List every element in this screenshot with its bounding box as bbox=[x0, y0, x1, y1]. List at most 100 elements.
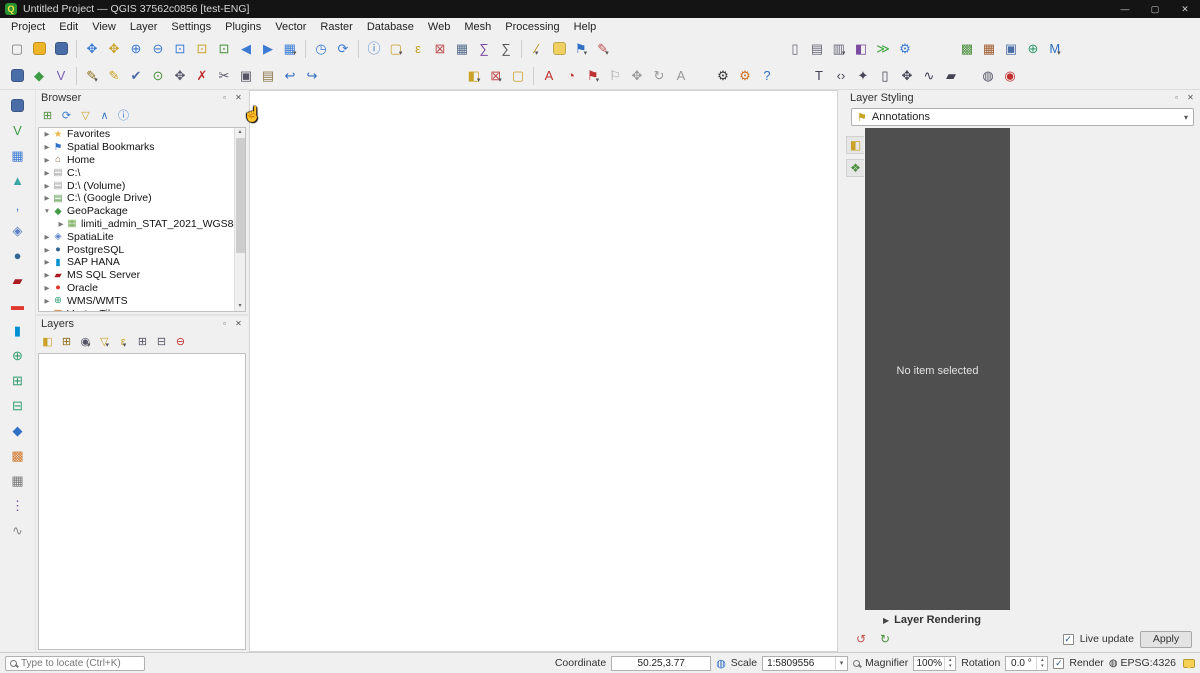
add-mesh-layer-button[interactable]: ▲ bbox=[6, 169, 30, 191]
add-oracle-layer-button[interactable]: ▬ bbox=[6, 294, 30, 316]
zoom-next-button[interactable]: ▶ bbox=[257, 38, 279, 60]
menu-plugins[interactable]: Plugins bbox=[218, 20, 268, 34]
browser-item-oracle[interactable]: ▶●Oracle bbox=[39, 282, 245, 295]
close-panel-icon[interactable]: ✕ bbox=[234, 93, 243, 102]
expand-arrow-icon[interactable]: ▶ bbox=[42, 130, 52, 138]
open-layer-styling-button[interactable]: ◧ bbox=[38, 333, 57, 352]
menu-vector[interactable]: Vector bbox=[268, 20, 313, 34]
collapse-all-button[interactable]: ∧ bbox=[95, 107, 114, 126]
deselect-features-button[interactable]: ⊠▾ bbox=[485, 65, 507, 87]
help-contents-button[interactable]: ? bbox=[756, 65, 778, 87]
expand-arrow-icon[interactable]: ▶ bbox=[42, 297, 52, 305]
polygon-annotation-tool-button[interactable]: ▰ bbox=[940, 65, 962, 87]
layer-diagram-options-button[interactable]: ◔ bbox=[560, 65, 582, 87]
layers-list[interactable] bbox=[38, 353, 246, 650]
add-postgis-layer-button[interactable]: ● bbox=[6, 244, 30, 266]
close-panel-icon[interactable]: ✕ bbox=[1186, 93, 1195, 102]
plugin-tool-button[interactable]: ◉ bbox=[999, 65, 1021, 87]
copy-features-button[interactable]: ▣ bbox=[235, 65, 257, 87]
live-update-checkbox[interactable]: ✓ bbox=[1063, 634, 1074, 645]
menu-help[interactable]: Help bbox=[567, 20, 604, 34]
new-virtual-layer-button[interactable]: ∿ bbox=[6, 519, 30, 541]
scrollbar-thumb[interactable] bbox=[236, 138, 245, 253]
add-wfs-layer-button[interactable]: ⊟ bbox=[6, 394, 30, 416]
add-spatialite-layer-button[interactable]: ◈ bbox=[6, 219, 30, 241]
data-source-manager-button[interactable] bbox=[6, 94, 30, 116]
crs-status[interactable]: ◍ EPSG:4326 bbox=[1109, 657, 1176, 669]
add-raster-layer-button[interactable]: ▦ bbox=[6, 144, 30, 166]
messages-icon[interactable] bbox=[1183, 659, 1195, 668]
show-layout-manager-button[interactable]: ▤ bbox=[806, 38, 828, 60]
expand-arrow-icon[interactable]: ▶ bbox=[42, 258, 52, 266]
menu-raster[interactable]: Raster bbox=[313, 20, 359, 34]
locator-input[interactable] bbox=[21, 658, 140, 669]
filter-by-expression-button[interactable]: ε▾ bbox=[114, 333, 133, 352]
rotate-label-button[interactable]: ↻ bbox=[648, 65, 670, 87]
add-wcs-layer-button[interactable]: ⊞ bbox=[6, 369, 30, 391]
expand-arrow-icon[interactable]: ▶ bbox=[42, 310, 52, 312]
add-vector-tile-layer-button[interactable]: ▩ bbox=[6, 444, 30, 466]
expand-all-layers-button[interactable]: ⊞ bbox=[133, 333, 152, 352]
maximize-button[interactable]: ▢ bbox=[1140, 0, 1170, 18]
web-menu-tools-button[interactable]: ⊕ bbox=[1022, 38, 1044, 60]
add-wms-layer-button[interactable]: ⊕ bbox=[6, 344, 30, 366]
redo-button[interactable]: ↪ bbox=[301, 65, 323, 87]
line-annotation-tool-button[interactable]: ∿ bbox=[918, 65, 940, 87]
new-spatial-bookmark-button[interactable]: ⚑▾ bbox=[570, 38, 592, 60]
identify-features-button[interactable]: ⓘ bbox=[363, 38, 385, 60]
expand-arrow-icon[interactable]: ▶ bbox=[56, 220, 66, 228]
raster-menu-tools-button[interactable]: ▦ bbox=[978, 38, 1000, 60]
text-annotation-button[interactable]: ✎▾ bbox=[592, 38, 614, 60]
zoom-to-layer-button[interactable]: ⊡ bbox=[213, 38, 235, 60]
coordinate-input[interactable] bbox=[611, 656, 711, 671]
remove-layer-button[interactable]: ⊖ bbox=[171, 333, 190, 352]
add-delimited-text-layer-button[interactable]: , bbox=[6, 194, 30, 216]
menu-mesh[interactable]: Mesh bbox=[457, 20, 498, 34]
scroll-down-icon[interactable]: ▾ bbox=[238, 302, 241, 311]
collapse-arrow-icon[interactable]: ▼ bbox=[42, 208, 52, 215]
menu-edit[interactable]: Edit bbox=[52, 20, 85, 34]
move-feature-button[interactable]: ✥ bbox=[169, 65, 191, 87]
expand-arrow-icon[interactable]: ▶ bbox=[42, 143, 52, 151]
browser-item-home[interactable]: ▶⌂Home bbox=[39, 154, 245, 167]
browser-item-ms-sql-server[interactable]: ▶▰MS SQL Server bbox=[39, 269, 245, 282]
float-panel-icon[interactable]: ▫ bbox=[1172, 93, 1181, 102]
style-manager-button[interactable]: ◧ bbox=[850, 38, 872, 60]
select-by-expression-button[interactable]: ε bbox=[407, 38, 429, 60]
expand-arrow-icon[interactable]: ▶ bbox=[42, 182, 52, 190]
browser-item-drive-d[interactable]: ▶▤D:\ (Volume) bbox=[39, 179, 245, 192]
browser-item-wms-wmts[interactable]: ▶⊕WMS/WMTS bbox=[39, 294, 245, 307]
refresh-map-button[interactable]: ⟳ bbox=[332, 38, 354, 60]
menu-web[interactable]: Web bbox=[421, 20, 457, 34]
grass-tools-button[interactable]: ⚙ bbox=[712, 65, 734, 87]
processing-toolbox-button[interactable]: ⚙ bbox=[894, 38, 916, 60]
spin-down-icon[interactable]: ▾ bbox=[945, 663, 955, 670]
browser-item-google-drive[interactable]: ▶▤C:\ (Google Drive) bbox=[39, 192, 245, 205]
measure-button[interactable]: ∕▾ bbox=[526, 38, 548, 60]
browser-item-gpkg-file[interactable]: ▶▦limiti_admin_STAT_2021_WGS84.gpkg bbox=[39, 218, 245, 231]
zoom-full-button[interactable]: ⊡ bbox=[169, 38, 191, 60]
properties-widget-button[interactable]: ⓘ bbox=[114, 107, 133, 126]
browser-tree[interactable]: ▶★Favorites▶⚑Spatial Bookmarks▶⌂Home▶▤C:… bbox=[38, 127, 246, 312]
vector-menu-tools-button[interactable]: ▩ bbox=[956, 38, 978, 60]
add-point-feature-button[interactable]: ⊙ bbox=[147, 65, 169, 87]
browser-item-spatialite[interactable]: ▶◈SpatiaLite bbox=[39, 230, 245, 243]
zoom-last-button[interactable]: ◀ bbox=[235, 38, 257, 60]
menu-layer[interactable]: Layer bbox=[123, 20, 165, 34]
open-recent-layout-button[interactable]: ▥▾ bbox=[828, 38, 850, 60]
annotations-tab[interactable]: ❖ bbox=[846, 159, 864, 177]
rotation-spinbox[interactable]: ▴ ▾ bbox=[1005, 656, 1048, 671]
add-mssql-layer-button[interactable]: ▰ bbox=[6, 269, 30, 291]
database-manager-button[interactable]: ▣ bbox=[1000, 38, 1022, 60]
deselect-all-button[interactable]: ⊠ bbox=[429, 38, 451, 60]
expand-arrow-icon[interactable]: ▶ bbox=[42, 284, 52, 292]
open-data-source-manager-button[interactable] bbox=[6, 65, 28, 87]
highlight-pinned-labels-button[interactable]: ⚐ bbox=[604, 65, 626, 87]
expand-arrow-icon[interactable]: ▶ bbox=[42, 271, 52, 279]
toggle-extents-icon[interactable]: ◍ bbox=[716, 657, 726, 670]
save-project-button[interactable] bbox=[50, 38, 72, 60]
new-print-layout-button[interactable]: ▯ bbox=[784, 38, 806, 60]
delete-selected-button[interactable]: ✗ bbox=[191, 65, 213, 87]
pan-to-selection-button[interactable]: ✥ bbox=[103, 38, 125, 60]
form-annotation-tool-button[interactable]: ▯ bbox=[874, 65, 896, 87]
